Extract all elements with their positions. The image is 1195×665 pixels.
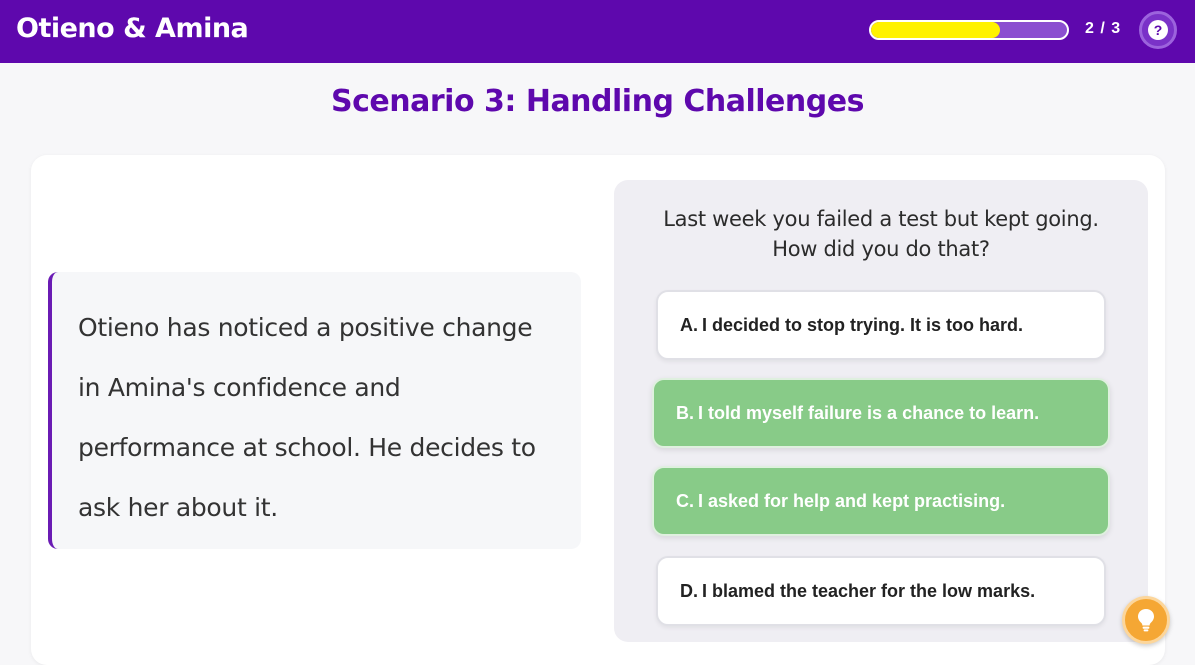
hint-button[interactable]: [1122, 596, 1170, 644]
option-c[interactable]: C. I asked for help and kept practising.: [652, 466, 1110, 536]
app-title: Otieno & Amina: [16, 13, 249, 44]
help-button[interactable]: ?: [1139, 11, 1177, 49]
progress-bar-fill: [871, 22, 1001, 38]
question-text: Last week you failed a test but kept goi…: [614, 204, 1148, 264]
progress-bar: [869, 20, 1069, 40]
question-line-2: How did you do that?: [772, 237, 990, 261]
option-b[interactable]: B. I told myself failure is a chance to …: [652, 378, 1110, 448]
option-text: I asked for help and kept practising.: [698, 490, 1006, 511]
question-mark-icon: ?: [1148, 20, 1168, 40]
progress-count: 2 / 3: [1085, 20, 1122, 37]
option-a[interactable]: A. I decided to stop trying. It is too h…: [656, 290, 1106, 360]
option-text: I told myself failure is a chance to lea…: [698, 402, 1040, 423]
story-box: Otieno has noticed a positive change in …: [48, 272, 581, 549]
option-d[interactable]: D. I blamed the teacher for the low mark…: [656, 556, 1106, 626]
top-bar: Otieno & Amina 2 / 3 ?: [0, 0, 1195, 63]
question-line-1: Last week you failed a test but kept goi…: [663, 207, 1099, 231]
option-letter: C.: [676, 490, 694, 511]
option-text: I blamed the teacher for the low marks.: [702, 580, 1036, 601]
lightbulb-icon: [1138, 609, 1154, 632]
option-letter: A.: [680, 314, 698, 335]
scenario-title: Scenario 3: Handling Challenges: [331, 84, 864, 119]
story-text: Otieno has noticed a positive change in …: [78, 313, 536, 522]
option-letter: D.: [680, 580, 698, 601]
option-letter: B.: [676, 402, 694, 423]
option-text: I decided to stop trying. It is too hard…: [702, 314, 1024, 335]
